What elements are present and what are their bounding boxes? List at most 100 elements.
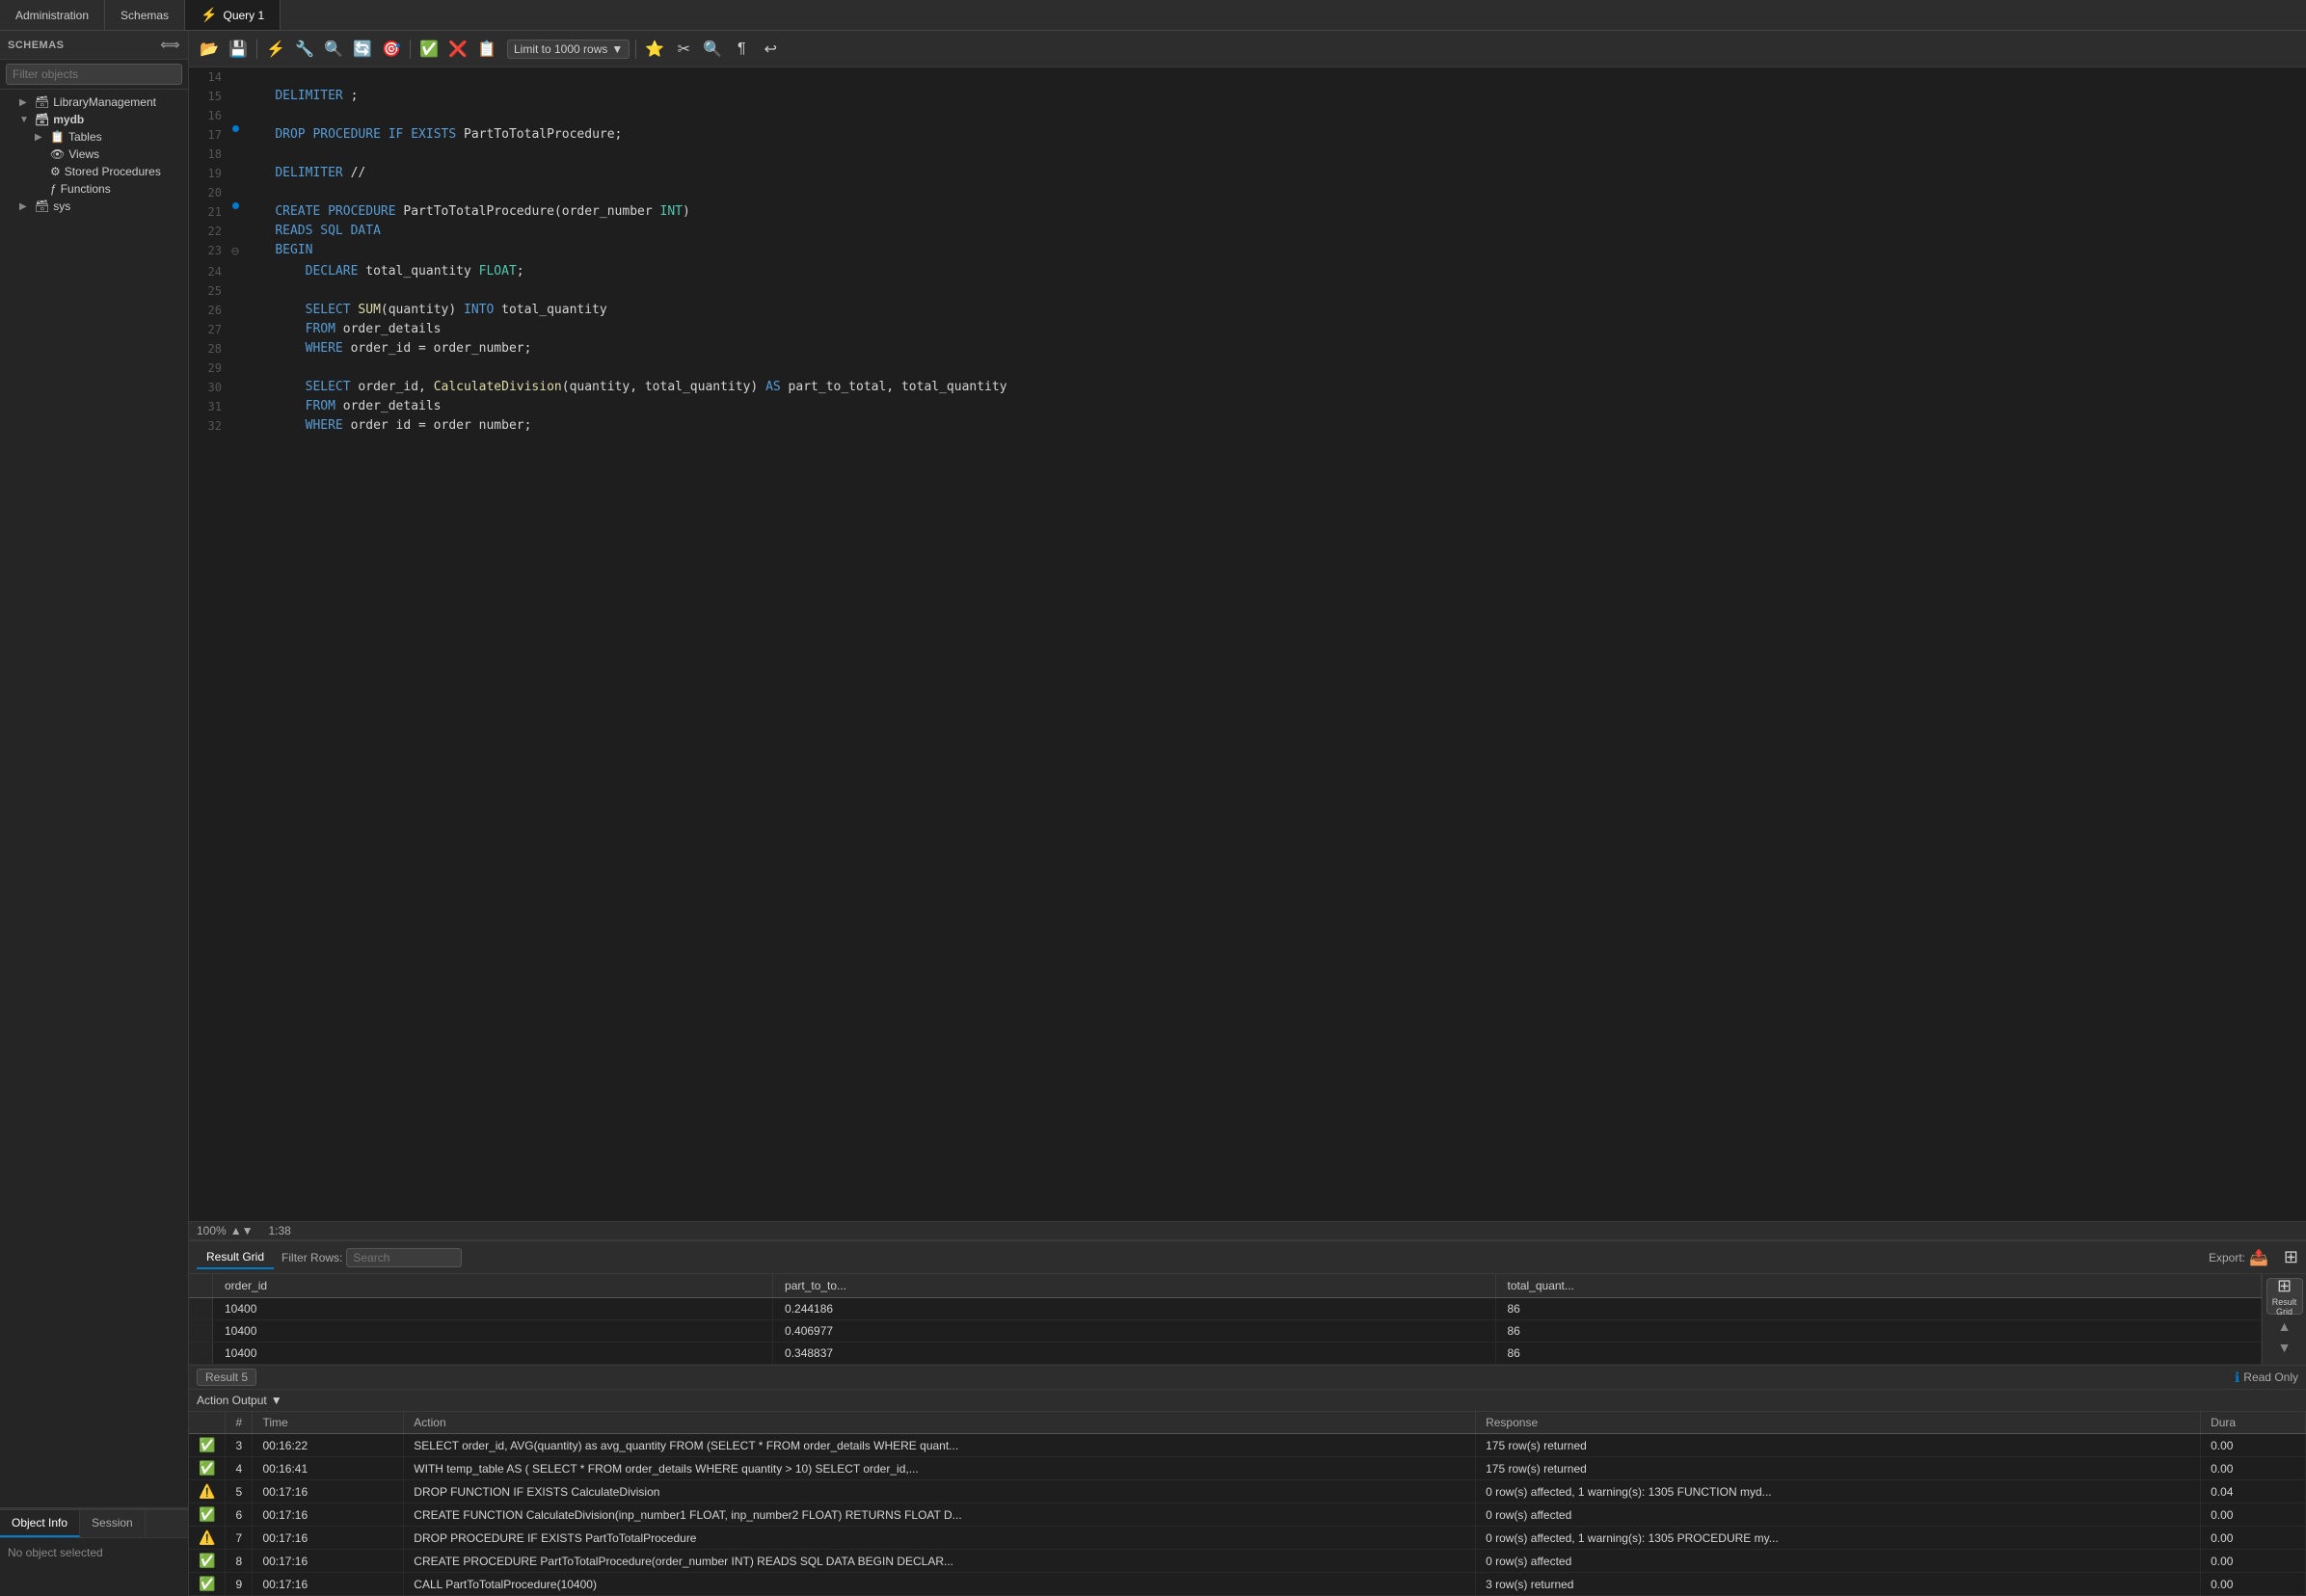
nav-down-arrow[interactable]: ▼ — [2269, 1338, 2300, 1357]
nav-up-arrow[interactable]: ▲ — [2269, 1317, 2300, 1336]
code-line-22: 22 READS SQL DATA — [189, 222, 2306, 241]
expand-mydb-icon: ▼ — [19, 115, 33, 125]
action-time-cell: 00:16:41 — [253, 1457, 404, 1480]
execute-selection-button[interactable]: 🔧 — [292, 37, 317, 62]
result-count-text: Result 5 — [205, 1370, 248, 1384]
sidebar-item-stored-procedures[interactable]: ⚙ Stored Procedures — [0, 163, 188, 180]
action-time-cell: 00:17:16 — [253, 1503, 404, 1527]
result-count-badge[interactable]: Result 5 — [197, 1369, 256, 1386]
tab-session[interactable]: Session — [80, 1510, 146, 1537]
mydb-schema-icon: 🗃 — [35, 113, 49, 126]
cell-part-to-to: 0.406977 — [773, 1320, 1495, 1343]
action-response-cell: 175 row(s) returned — [1476, 1434, 2201, 1457]
invisible-chars-button[interactable]: ¶ — [729, 37, 754, 62]
action-num-cell: 9 — [226, 1573, 253, 1596]
col-order-id: order_id — [213, 1274, 773, 1298]
tab-schemas[interactable]: Schemas — [105, 0, 185, 30]
action-duration-cell: 0.00 — [2201, 1573, 2306, 1596]
action-output-row: ✅ 6 00:17:16 CREATE FUNCTION CalculateDi… — [189, 1503, 2306, 1527]
action-num-cell: 5 — [226, 1480, 253, 1503]
code-line-18: 18 — [189, 145, 2306, 164]
action-status-cell: ⚠️ — [189, 1480, 226, 1503]
librarymgmt-label: LibraryManagement — [53, 95, 180, 109]
action-time-cell: 00:17:16 — [253, 1527, 404, 1550]
limit-rows-select[interactable]: Limit to 1000 rows ▼ — [507, 40, 630, 59]
code-line-21: 21 CREATE PROCEDURE PartToTotalProcedure… — [189, 202, 2306, 222]
result-grid-panel-btn[interactable]: ⊞ ResultGrid — [2266, 1278, 2303, 1315]
col-duration: Dura — [2201, 1412, 2306, 1434]
code-line-20: 20 — [189, 183, 2306, 202]
word-wrap-button[interactable]: ↩ — [758, 37, 783, 62]
functions-label: Functions — [61, 182, 180, 196]
sidebar-item-tables[interactable]: ▶ 📋 Tables — [0, 128, 188, 146]
explain-button[interactable]: 🔍 — [321, 37, 346, 62]
export-icon[interactable]: 📤 — [2249, 1248, 2268, 1267]
sidebar-item-sys[interactable]: ▶ 🗃 sys — [0, 198, 188, 215]
result-table-header-row: order_id part_to_to... total_quant... — [189, 1274, 2262, 1298]
sidebar-item-librarymgmt[interactable]: ▶ 🗃 LibraryManagement — [0, 93, 188, 111]
col-num: # — [226, 1412, 253, 1434]
row-marker-header — [189, 1274, 213, 1298]
info-icon: ℹ — [2235, 1370, 2239, 1386]
action-output-header-row: # Time Action Response Dura — [189, 1412, 2306, 1434]
sidebar-bottom-tabs: Object Info Session — [0, 1510, 188, 1538]
stop-button[interactable]: 🔄 — [350, 37, 375, 62]
cell-order-id: 10400 — [213, 1320, 773, 1343]
inspector-button[interactable]: 📋 — [474, 37, 499, 62]
save-button[interactable]: 💾 — [226, 37, 251, 62]
commit-button[interactable]: ✅ — [416, 37, 442, 62]
zoom-control[interactable]: 100% ▲▼ — [197, 1224, 253, 1237]
result-area: Result Grid Filter Rows: Export: 📤 ⊞ — [189, 1240, 2306, 1389]
code-editor[interactable]: 14 15 DELIMITER ; 16 17 DROP PROCEDURE I… — [189, 67, 2306, 1221]
grid-view-icon[interactable]: ⊞ — [2284, 1247, 2298, 1267]
export-label: Export: — [2209, 1251, 2245, 1264]
action-action-cell: CREATE FUNCTION CalculateDivision(inp_nu… — [404, 1503, 1476, 1527]
refresh-button[interactable]: 🎯 — [379, 37, 404, 62]
action-response-cell: 0 row(s) affected, 1 warning(s): 1305 PR… — [1476, 1527, 2201, 1550]
col-total-quant: total_quant... — [1495, 1274, 2262, 1298]
action-action-cell: WITH temp_table AS ( SELECT * FROM order… — [404, 1457, 1476, 1480]
tab-object-info[interactable]: Object Info — [0, 1510, 80, 1537]
code-line-14: 14 — [189, 67, 2306, 87]
action-output-row: ✅ 4 00:16:41 WITH temp_table AS ( SELECT… — [189, 1457, 2306, 1480]
tab-result-grid[interactable]: Result Grid — [197, 1246, 274, 1269]
readonly-text: Read Only — [2243, 1370, 2298, 1384]
views-icon: 👁 — [50, 147, 65, 161]
sidebar-tree: ▶ 🗃 LibraryManagement ▼ 🗃 mydb ▶ 📋 Table… — [0, 90, 188, 1507]
action-output-dropdown-icon[interactable]: ▼ — [271, 1394, 282, 1407]
action-status-cell: ✅ — [189, 1503, 226, 1527]
result-table: order_id part_to_to... total_quant... 10… — [189, 1274, 2262, 1365]
toolbar: 📂 💾 ⚡ 🔧 🔍 🔄 🎯 ✅ ❌ 📋 Limit to 1000 rows ▼… — [189, 31, 2306, 67]
action-duration-cell: 0.00 — [2201, 1527, 2306, 1550]
stored-procs-icon: ⚙ — [50, 165, 61, 178]
open-folder-button[interactable]: 📂 — [197, 37, 222, 62]
code-line-25: 25 — [189, 281, 2306, 301]
tab-query1[interactable]: ⚡ Query 1 — [185, 0, 281, 30]
execute-button[interactable]: ⚡ — [263, 37, 288, 62]
result-table-row: 10400 0.348837 86 — [189, 1343, 2262, 1365]
bookmark-button[interactable]: ⭐ — [642, 37, 667, 62]
snippets-button[interactable]: ✂ — [671, 37, 696, 62]
code-line-31: 31 FROM order_details — [189, 397, 2306, 416]
status-icon: ✅ — [199, 1506, 215, 1522]
filter-objects-input[interactable] — [6, 64, 182, 85]
sidebar-item-mydb[interactable]: ▼ 🗃 mydb — [0, 111, 188, 128]
sidebar-item-views[interactable]: 👁 Views — [0, 146, 188, 163]
object-info-content: No object selected — [0, 1538, 188, 1596]
action-response-cell: 0 row(s) affected — [1476, 1503, 2201, 1527]
result-table-row: 10400 0.406977 86 — [189, 1320, 2262, 1343]
sidebar-toggle-icon[interactable]: ⟺ — [160, 37, 180, 53]
sidebar-header: SCHEMAS ⟺ — [0, 31, 188, 60]
sidebar-item-functions[interactable]: ƒ Functions — [0, 180, 188, 198]
rollback-button[interactable]: ❌ — [445, 37, 470, 62]
action-num-cell: 8 — [226, 1550, 253, 1573]
action-output-header: Action Output ▼ — [189, 1390, 2306, 1412]
tab-query1-label: Query 1 — [224, 9, 265, 22]
status-icon: ✅ — [199, 1553, 215, 1568]
search-replace-button[interactable]: 🔍 — [700, 37, 725, 62]
tab-administration[interactable]: Administration — [0, 0, 105, 30]
action-time-cell: 00:17:16 — [253, 1480, 404, 1503]
status-icon: ✅ — [199, 1437, 215, 1452]
editor-status-bar: 100% ▲▼ 1:38 — [189, 1221, 2306, 1240]
filter-rows-input[interactable] — [346, 1248, 462, 1267]
